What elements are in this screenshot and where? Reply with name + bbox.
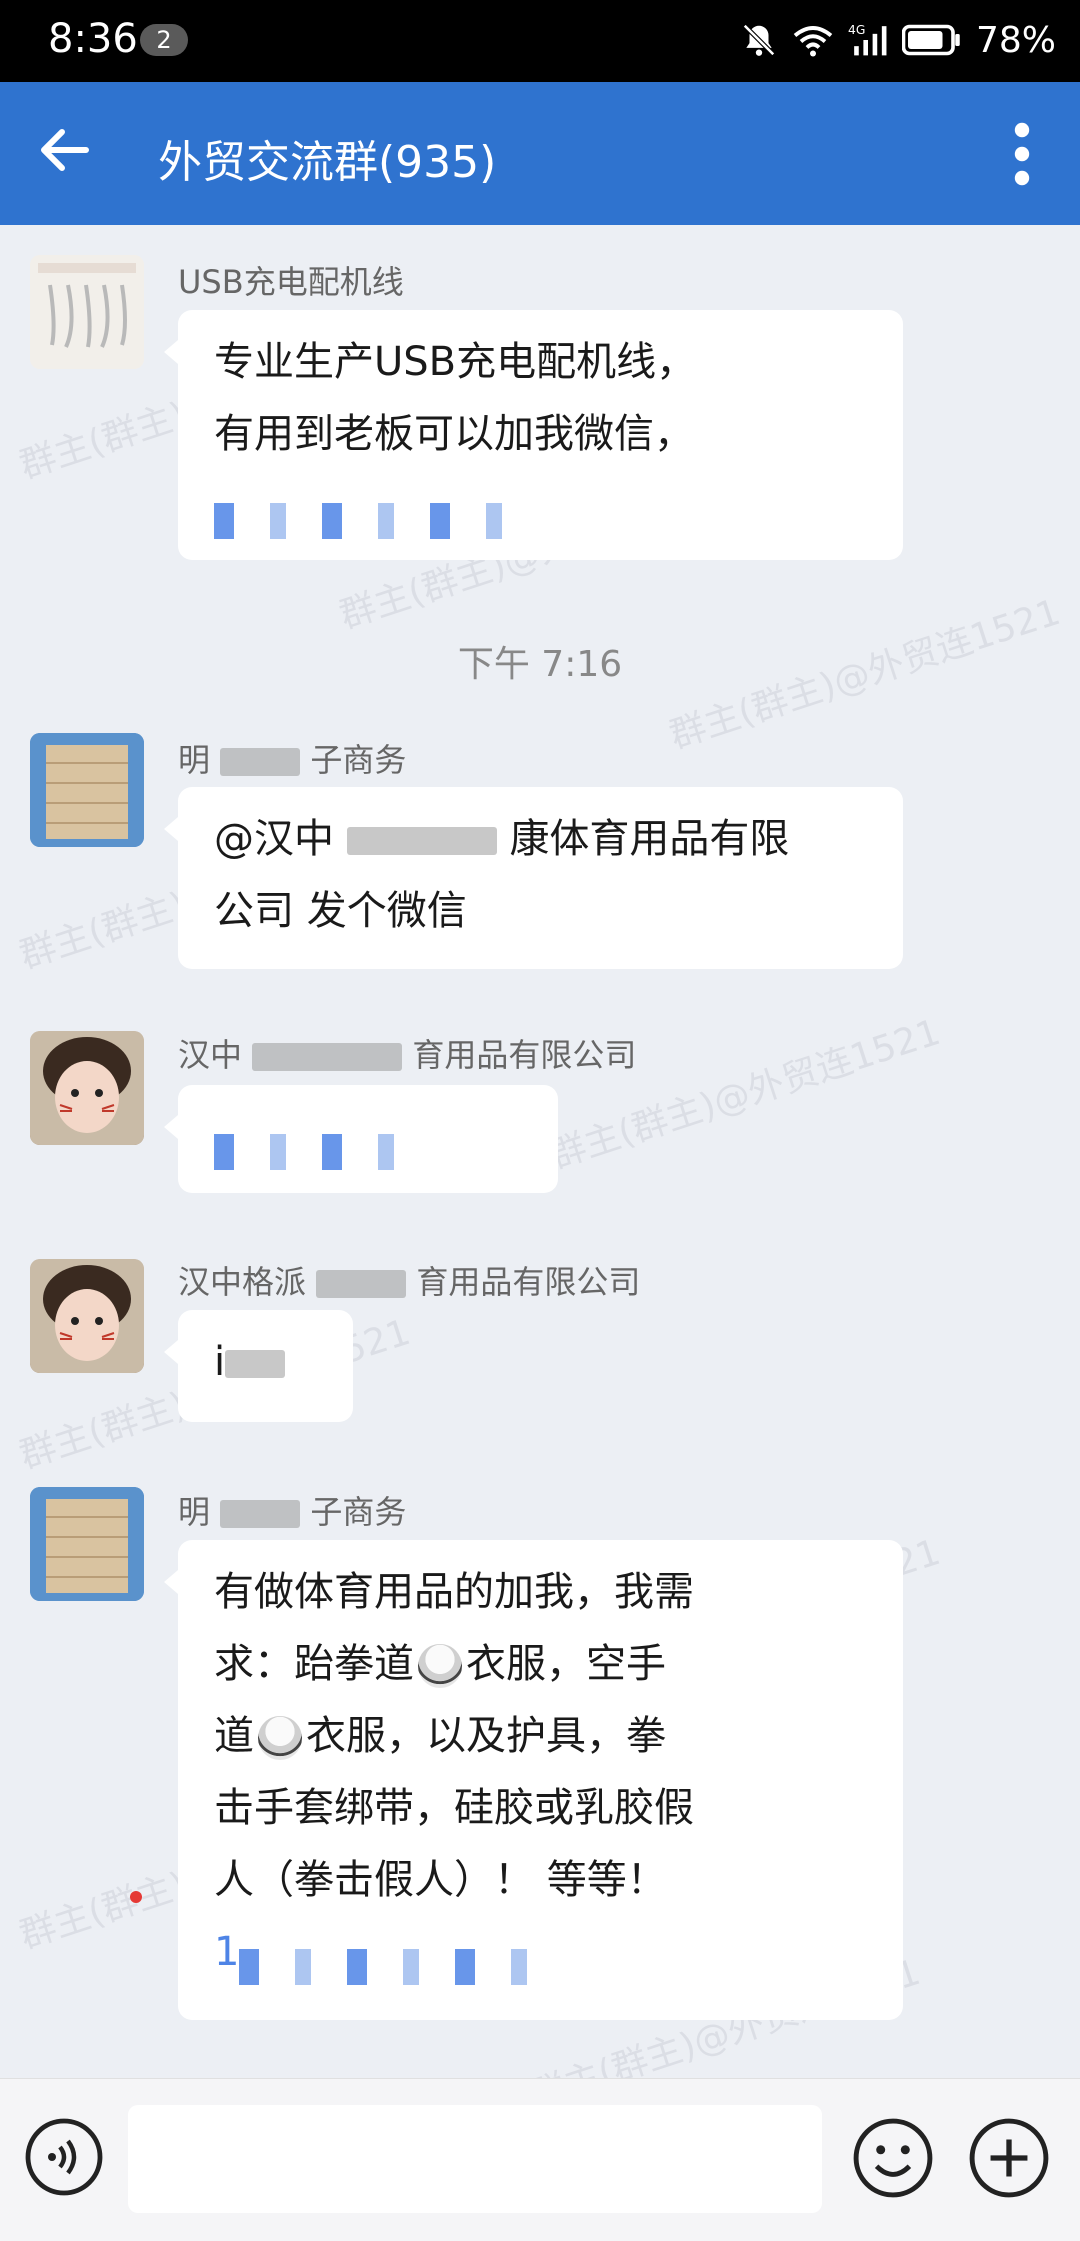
message-text: 道 衣服，以及护具，拳 bbox=[214, 1700, 867, 1772]
message-text: @汉中 康体育用品有限 bbox=[214, 803, 867, 875]
status-bar: 8:36 2 4G 78% bbox=[0, 0, 1080, 82]
message-bubble[interactable] bbox=[164, 1085, 558, 1193]
message-text: 求：跆拳道 衣服，空手 bbox=[214, 1628, 867, 1700]
redaction-blur bbox=[346, 827, 497, 855]
redaction-blur bbox=[220, 748, 301, 776]
voice-icon[interactable] bbox=[24, 2117, 104, 2197]
sender-name: 明 子商务 bbox=[178, 735, 406, 781]
unread-dot bbox=[130, 1891, 142, 1903]
status-time: 8:36 bbox=[48, 16, 138, 62]
message-text: 公司 发个微信 bbox=[214, 888, 467, 934]
message-text: 1 bbox=[214, 1916, 867, 1988]
page-title: 外贸交流群(935) bbox=[158, 137, 497, 188]
sender-name-end: 子商务 bbox=[310, 1493, 407, 1531]
message-input[interactable] bbox=[128, 2105, 822, 2213]
sender-name: 汉中格派 育用品有限公司 bbox=[178, 1257, 640, 1303]
notification-count-badge: 2 bbox=[140, 24, 188, 56]
message-text-start: 求：跆拳道 bbox=[214, 1641, 414, 1687]
message-text: 有做体育用品的加我，我需 bbox=[214, 1569, 694, 1615]
warehouse-image bbox=[30, 1487, 144, 1601]
martial-arts-uniform-icon bbox=[418, 1644, 462, 1688]
sender-name-start: 明 bbox=[178, 741, 211, 779]
input-bar bbox=[0, 2078, 1080, 2241]
sender-name-start: 汉中 bbox=[178, 1036, 243, 1074]
portrait-image bbox=[30, 1031, 144, 1145]
redaction-mosaic bbox=[239, 1936, 563, 1985]
message-text: 有用到老板可以加我微信， bbox=[214, 411, 694, 457]
sender-name-end: 育用品有限公司 bbox=[412, 1036, 637, 1074]
avatar[interactable] bbox=[30, 1259, 144, 1373]
message-bubble[interactable]: i bbox=[164, 1310, 353, 1422]
message-bubble[interactable]: 专业生产USB充电配机线， 有用到老板可以加我微信， bbox=[164, 310, 903, 560]
avatar[interactable] bbox=[30, 1031, 144, 1145]
battery-icon bbox=[901, 24, 960, 56]
battery-percent: 78% bbox=[975, 19, 1056, 61]
message-text: i bbox=[214, 1326, 317, 1398]
wifi-icon bbox=[793, 26, 833, 57]
redaction-blur bbox=[316, 1270, 407, 1298]
message-text-end: 康体育用品有限 bbox=[509, 816, 790, 862]
message-list[interactable]: 群主(群主)@外贸连1521 群主(群主)@外贸连1521 群主(群主)@外贸连… bbox=[0, 225, 1080, 2078]
redaction-blur bbox=[252, 1043, 403, 1071]
message-bubble[interactable]: @汉中 康体育用品有限 公司 发个微信 bbox=[164, 787, 903, 969]
message-text-end: 衣服，以及护具，拳 bbox=[306, 1713, 666, 1759]
sender-name: USB充电配机线 bbox=[178, 263, 404, 301]
chat-header: 外贸交流群(935) bbox=[0, 82, 1080, 225]
sender-name-end: 育用品有限公司 bbox=[416, 1263, 641, 1301]
phone-number-start: 1 bbox=[214, 1929, 240, 1975]
emoji-icon[interactable] bbox=[852, 2117, 934, 2199]
cable-product-image bbox=[30, 255, 144, 369]
status-icons: 4G 78% bbox=[740, 18, 1056, 62]
message-text-end: 衣服，空手 bbox=[466, 1641, 666, 1687]
redaction-blur bbox=[220, 1500, 301, 1528]
sender-name-end: 子商务 bbox=[310, 741, 407, 779]
more-vertical-icon[interactable] bbox=[992, 118, 1052, 190]
network-type-label: 4G bbox=[848, 23, 865, 37]
warehouse-image bbox=[30, 733, 144, 847]
portrait-image bbox=[30, 1259, 144, 1373]
arrow-left-icon[interactable] bbox=[34, 118, 98, 182]
message-text: 人（拳击假人）！ 等等！ bbox=[214, 1857, 667, 1903]
avatar[interactable] bbox=[30, 1487, 144, 1601]
time-separator: 下午 7:16 bbox=[457, 644, 623, 685]
redaction-blur bbox=[225, 1350, 286, 1378]
message-text-start: @汉中 bbox=[214, 816, 334, 862]
signal-icon: 4G bbox=[848, 23, 887, 56]
sender-name: 明 子商务 bbox=[178, 1487, 406, 1533]
avatar[interactable] bbox=[30, 733, 144, 847]
sender-name: 汉中 育用品有限公司 bbox=[178, 1030, 636, 1076]
redacted-text bbox=[214, 470, 867, 542]
message-text-start: i bbox=[214, 1339, 226, 1385]
message-bubble[interactable]: 有做体育用品的加我，我需 求：跆拳道 衣服，空手 道 衣服，以及护具，拳 击手套绑带… bbox=[164, 1540, 903, 2020]
martial-arts-uniform-icon bbox=[258, 1716, 302, 1760]
plus-icon[interactable] bbox=[968, 2117, 1050, 2199]
redaction-mosaic bbox=[214, 490, 538, 539]
message-text: 专业生产USB充电配机线， bbox=[214, 339, 697, 385]
message-text: 击手套绑带，硅胶或乳胶假 bbox=[214, 1785, 694, 1831]
mute-icon bbox=[743, 24, 775, 56]
sender-name-start: 汉中格派 bbox=[178, 1263, 307, 1301]
avatar[interactable] bbox=[30, 255, 144, 369]
redaction-mosaic bbox=[214, 1121, 430, 1170]
message-text-start: 道 bbox=[214, 1713, 254, 1759]
redacted-text bbox=[214, 1101, 522, 1173]
sender-name-start: 明 bbox=[178, 1493, 211, 1531]
